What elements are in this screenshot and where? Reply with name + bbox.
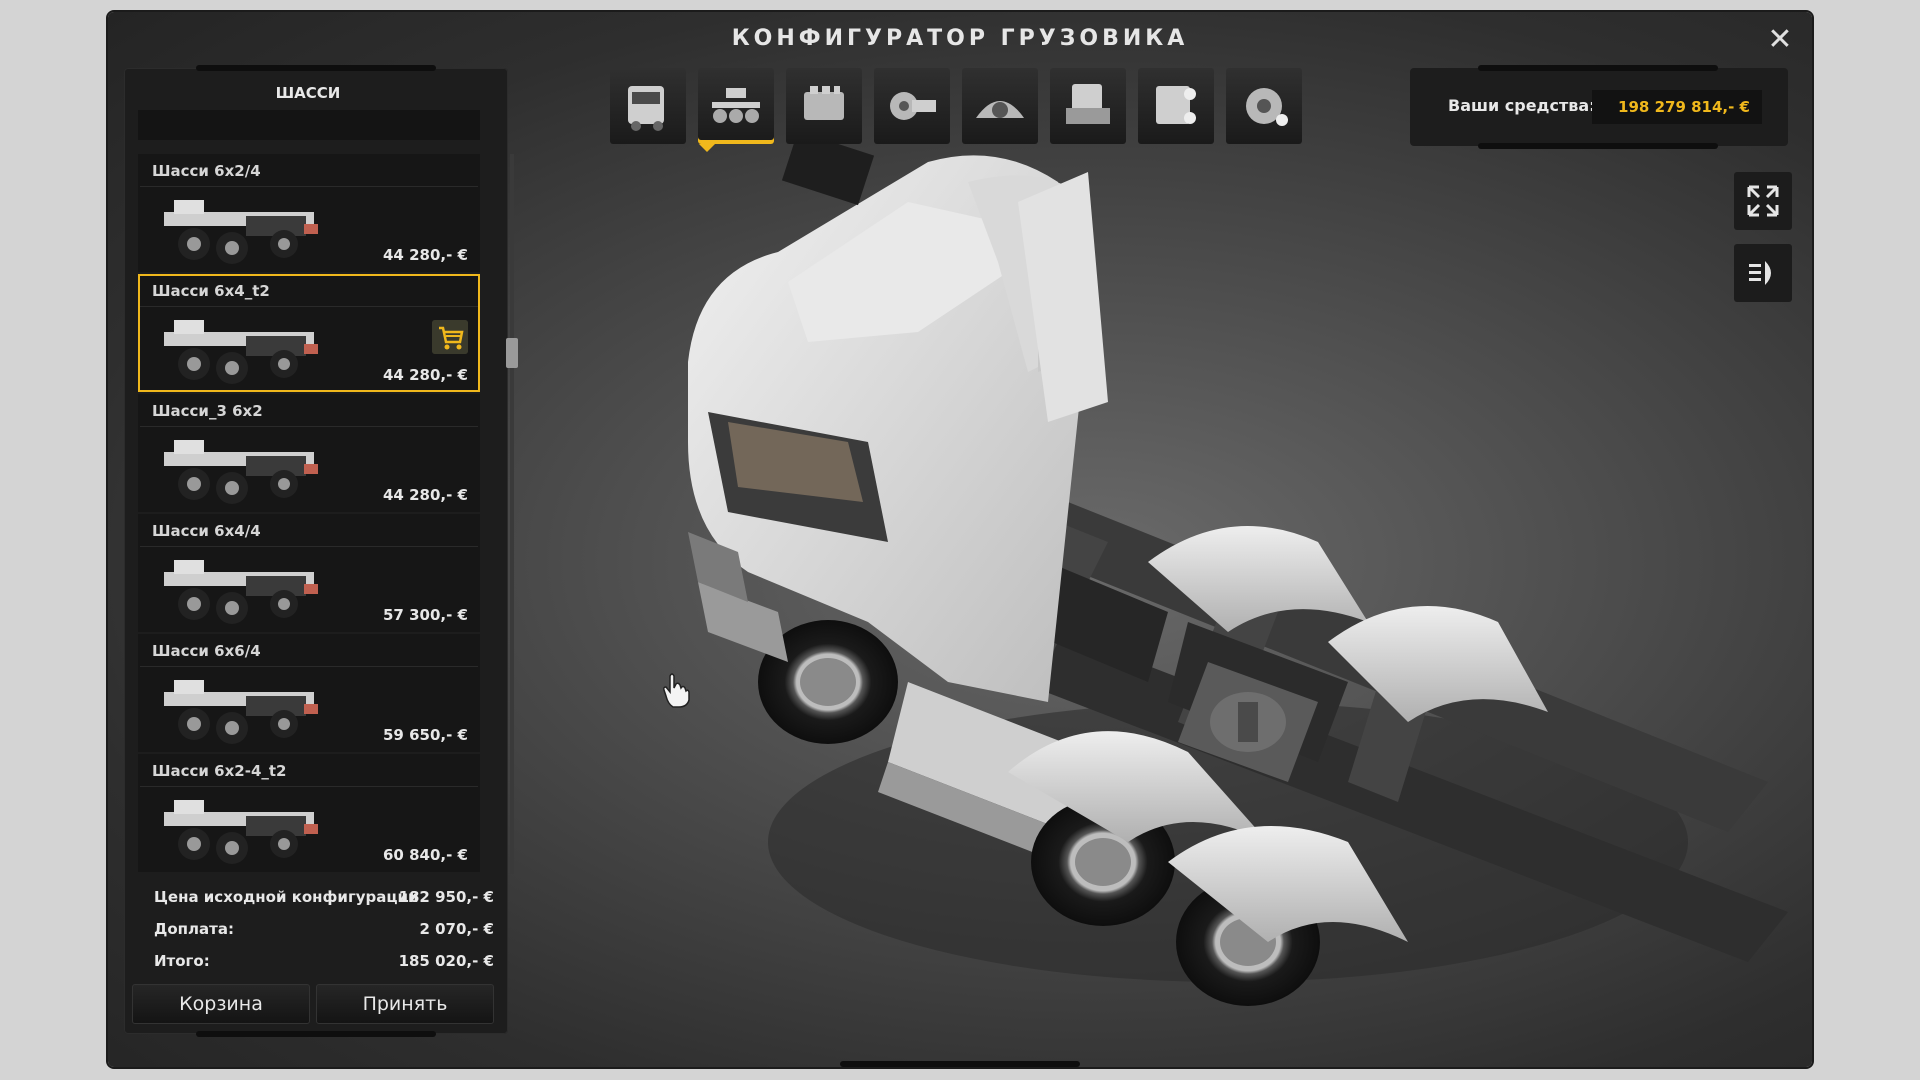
summary-base-row: Цена исходной конфигурации 182 950,- € bbox=[154, 888, 494, 910]
chassis-option-divider bbox=[140, 786, 478, 787]
chassis-option-price: 44 280,- € bbox=[383, 246, 468, 264]
funds-label: Ваши средства: bbox=[1448, 96, 1596, 115]
bottom-edge-tick bbox=[840, 1061, 1080, 1067]
summary-extra-value: 2 070,- € bbox=[419, 920, 494, 938]
summary-total-value: 185 020,- € bbox=[398, 952, 494, 970]
scrollbar-thumb[interactable] bbox=[506, 338, 518, 368]
cabin-icon bbox=[628, 86, 664, 131]
headlights-button[interactable] bbox=[1734, 244, 1792, 302]
chassis-icon bbox=[712, 88, 760, 123]
headlight-icon bbox=[1749, 261, 1771, 285]
chassis-option[interactable]: Шасси 6x2/4 44 280,- € bbox=[138, 154, 480, 272]
truck-3d-view[interactable] bbox=[668, 142, 1788, 1042]
category-tabs bbox=[610, 68, 1302, 144]
chassis-option-divider bbox=[140, 186, 478, 187]
tab-interior[interactable] bbox=[962, 68, 1038, 144]
hand-cursor-icon bbox=[663, 673, 690, 708]
chassis-thumbnail bbox=[164, 560, 318, 624]
truck-configurator-window: КОНФИГУРАТОР ГРУЗОВИКА ✕ Ваши средства: … bbox=[108, 12, 1812, 1067]
chassis-option-name: Шасси 6x6/4 bbox=[152, 642, 261, 660]
chassis-option-divider bbox=[140, 546, 478, 547]
panel-header-bar bbox=[138, 110, 480, 140]
chassis-option-price: 57 300,- € bbox=[383, 606, 468, 624]
chassis-panel: ШАССИ Шасси 6x2/4 44 280,- € Шасси 6x4_t2 4… bbox=[124, 65, 518, 1037]
chassis-option-price: 44 280,- € bbox=[383, 366, 468, 384]
summary-extra-row: Доплата: 2 070,- € bbox=[154, 920, 494, 942]
tab-engine[interactable] bbox=[786, 68, 862, 144]
cart-button[interactable]: Корзина bbox=[132, 984, 310, 1024]
cab-accessories-icon bbox=[1066, 84, 1110, 124]
chassis-thumbnail bbox=[164, 320, 318, 384]
funds-value: 198 279 814,- € bbox=[1592, 90, 1762, 124]
wheels-icon bbox=[1246, 88, 1288, 126]
active-tab-indicator bbox=[699, 144, 715, 152]
chassis-option-name: Шасси 6x2-4_t2 bbox=[152, 762, 287, 780]
chassis-option-divider bbox=[140, 666, 478, 667]
chassis-list: Шасси 6x2/4 44 280,- € Шасси 6x4_t2 44 280,… bbox=[138, 154, 480, 874]
chassis-thumbnail bbox=[164, 800, 318, 864]
scrollbar-track[interactable] bbox=[510, 154, 514, 874]
tab-lights[interactable] bbox=[1138, 68, 1214, 144]
summary-base-value: 182 950,- € bbox=[398, 888, 494, 906]
chassis-option-name: Шасси 6x4_t2 bbox=[152, 282, 270, 300]
chassis-option[interactable]: Шасси_3 6x2 44 280,- € bbox=[138, 394, 480, 512]
chassis-option-divider bbox=[140, 426, 478, 427]
engine-icon bbox=[804, 86, 844, 120]
summary-base-label: Цена исходной конфигурации bbox=[154, 888, 419, 906]
chassis-option-name: Шасси_3 6x2 bbox=[152, 402, 263, 420]
fullscreen-icon bbox=[1747, 185, 1779, 217]
window-title: КОНФИГУРАТОР ГРУЗОВИКА bbox=[731, 26, 1189, 51]
funds-display: Ваши средства: 198 279 814,- € bbox=[1410, 65, 1788, 149]
fullscreen-button[interactable] bbox=[1734, 172, 1792, 230]
chassis-option[interactable]: Шасси 6x4_t2 44 280,- € bbox=[138, 274, 480, 392]
close-button[interactable]: ✕ bbox=[1764, 24, 1796, 56]
transmission-icon bbox=[890, 92, 936, 120]
chassis-option[interactable]: Шасси 6x4/4 57 300,- € bbox=[138, 514, 480, 632]
summary-total-label: Итого: bbox=[154, 952, 210, 970]
chassis-option-name: Шасси 6x4/4 bbox=[152, 522, 261, 540]
tab-cabin[interactable] bbox=[610, 68, 686, 144]
tab-chassis[interactable] bbox=[698, 68, 774, 144]
chassis-option-name: Шасси 6x2/4 bbox=[152, 162, 261, 180]
chassis-option[interactable]: Шасси 6x2-4_t2 60 840,- € bbox=[138, 754, 480, 872]
chassis-option[interactable]: Шасси 6x6/4 59 650,- € bbox=[138, 634, 480, 752]
chassis-option-price: 60 840,- € bbox=[383, 846, 468, 864]
tab-cab-accessories[interactable] bbox=[1050, 68, 1126, 144]
tab-wheels[interactable] bbox=[1226, 68, 1302, 144]
lights-icon bbox=[1156, 86, 1196, 124]
chassis-option-divider bbox=[140, 306, 478, 307]
summary-extra-label: Доплата: bbox=[154, 920, 234, 938]
chassis-option-price: 59 650,- € bbox=[383, 726, 468, 744]
interior-icon bbox=[976, 101, 1024, 118]
chassis-thumbnail bbox=[164, 200, 318, 264]
panel-title: ШАССИ bbox=[275, 84, 341, 102]
summary-total-row: Итого: 185 020,- € bbox=[154, 952, 494, 974]
cart-icon[interactable] bbox=[432, 320, 468, 354]
chassis-thumbnail bbox=[164, 440, 318, 504]
accept-button[interactable]: Принять bbox=[316, 984, 494, 1024]
tab-transmission[interactable] bbox=[874, 68, 950, 144]
chassis-option-price: 44 280,- € bbox=[383, 486, 468, 504]
roof-hatch bbox=[781, 142, 875, 206]
chassis-thumbnail bbox=[164, 680, 318, 744]
